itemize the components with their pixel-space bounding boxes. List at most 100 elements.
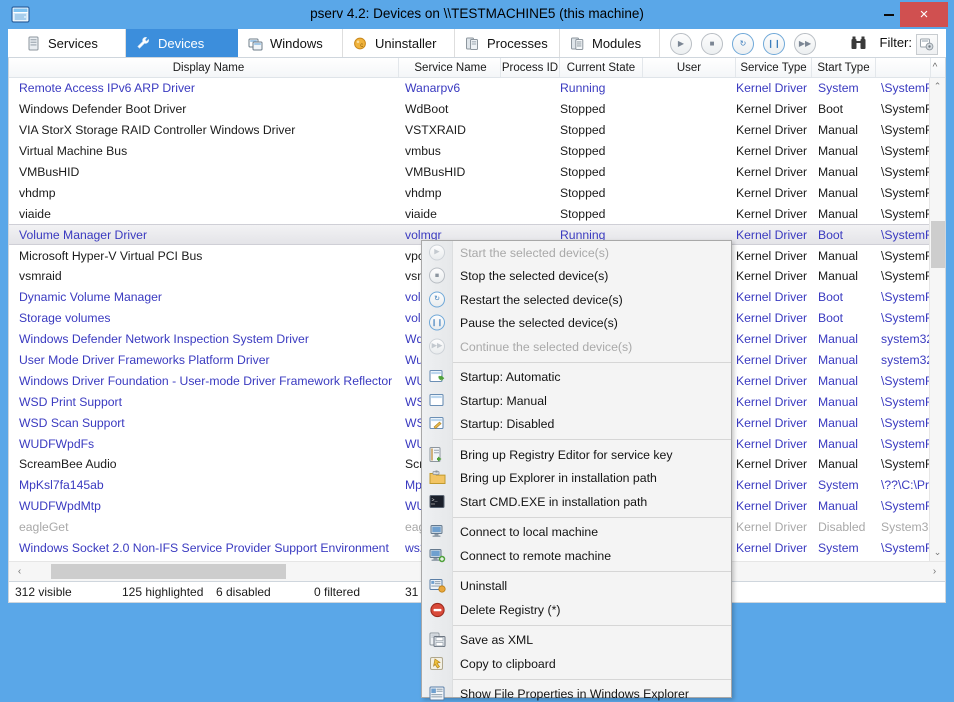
cell-service-type: Kernel Driver (736, 520, 808, 535)
menu-item-startup-manual[interactable]: Startup: Manual (422, 389, 731, 413)
column-header-display-name[interactable]: Display Name (19, 58, 399, 77)
save-xml-icon (429, 632, 446, 649)
table-row[interactable]: vhdmp vhdmp Stopped Kernel Driver Manual \Sys… (9, 182, 929, 203)
close-button[interactable]: × (900, 2, 948, 27)
cell-path: \SystemRo (881, 541, 929, 556)
menu-item-label: Bring up Explorer in installation path (460, 471, 657, 486)
table-row[interactable]: VIA StorX Storage RAID Controller Window… (9, 120, 929, 141)
stop-circle-icon: ■ (429, 267, 446, 285)
continue-circle-icon: ▶▶ (429, 338, 446, 355)
cell-current-state: Running (560, 81, 606, 96)
scroll-right-icon[interactable]: › (926, 562, 943, 581)
menu-item-restart-the-selected-device-s[interactable]: ↻ Restart the selected device(s) (422, 288, 731, 312)
folder-icon (429, 470, 446, 487)
menu-item-startup-disabled[interactable]: Startup: Disabled (422, 413, 731, 437)
menu-item-delete-registry[interactable]: Delete Registry (*) (422, 598, 731, 622)
cell-path: \SystemRo (881, 185, 929, 200)
column-header-path[interactable] (876, 58, 931, 77)
filter-gear-icon[interactable] (916, 34, 938, 55)
start-button[interactable]: ▶ (670, 33, 692, 55)
menu-item-stop-the-selected-device-s[interactable]: ■ Stop the selected device(s) (422, 265, 731, 289)
table-row[interactable]: viaide viaide Stopped Kernel Driver Manual \S… (9, 203, 929, 224)
restart-circle-icon: ↻ (429, 291, 446, 308)
menu-item-copy-to-clipboard[interactable]: Copy to clipboard (422, 652, 731, 676)
menu-item-start-cmd-exe-in-installation-path[interactable]: >_ Start CMD.EXE in installation path (422, 490, 731, 514)
cell-service-type: Kernel Driver (736, 227, 808, 242)
table-row[interactable]: Virtual Machine Bus vmbus Stopped Kernel Dr… (9, 141, 929, 162)
scroll-up-icon[interactable]: ⌃ (930, 78, 945, 95)
column-header-process-id[interactable]: Process ID (501, 58, 560, 77)
scroll-down-icon[interactable]: ⌄ (930, 544, 945, 561)
menu-item-connect-to-local-machine[interactable]: Connect to local machine (422, 521, 731, 545)
menu-separator (453, 624, 731, 626)
column-header-service-type[interactable]: Service Type (736, 58, 812, 77)
status-visible: 312 visible (15, 585, 72, 599)
vertical-scrollbar[interactable]: ⌃ ⌄ (929, 78, 945, 561)
column-header-service-name[interactable]: Service Name (401, 58, 501, 77)
column-header-user[interactable]: User (643, 58, 736, 77)
restart-button[interactable]: ↻ (732, 33, 754, 55)
cell-start-type: Manual (818, 248, 858, 263)
tab-label: Modules (592, 35, 642, 51)
cell-display-name: WUDFWpdFs (19, 436, 95, 451)
status-filtered: 0 filtered (314, 585, 361, 599)
menu-item-connect-to-remote-machine[interactable]: Connect to remote machine (422, 544, 731, 568)
tab-services[interactable]: Services (16, 29, 126, 57)
svg-text:>_: >_ (432, 497, 439, 503)
cell-process-id (501, 182, 556, 203)
startup-auto-icon (429, 369, 446, 386)
cell-display-name: WSD Scan Support (19, 415, 125, 430)
menu-item-continue-the-selected-device-s: ▶▶ Continue the selected device(s) (422, 335, 731, 359)
menu-item-label: Start CMD.EXE in installation path (460, 494, 648, 509)
cell-path: \SystemRo (881, 123, 929, 138)
cell-path: \SystemRo (881, 394, 929, 409)
cell-start-type: Manual (818, 415, 858, 430)
tab-uninstaller[interactable]: c Uninstaller (343, 29, 455, 57)
local-machine-icon (429, 524, 446, 541)
cell-start-type: Boot (818, 102, 844, 117)
cell-display-name: vhdmp (19, 185, 56, 200)
tab-label: Devices (158, 35, 205, 51)
tab-label: Windows (270, 35, 323, 51)
menu-item-bring-up-explorer-in-installation-path[interactable]: Bring up Explorer in installation path (422, 467, 731, 491)
cell-service-type: Kernel Driver (736, 102, 808, 117)
menu-item-bring-up-registry-editor-for-service-key[interactable]: Bring up Registry Editor for service key (422, 443, 731, 467)
column-header-current-state[interactable]: Current State (560, 58, 643, 77)
cell-current-state: Stopped (560, 185, 606, 200)
continue-button[interactable]: ▶▶ (794, 33, 816, 55)
cell-start-type: Boot (818, 227, 844, 242)
menu-item-label: Save as XML (460, 633, 534, 648)
tab-processes[interactable]: Processes (455, 29, 560, 57)
tab-devices[interactable]: Devices (126, 29, 238, 57)
continue-circle-icon: ▶▶ (429, 338, 445, 355)
menu-item-startup-automatic[interactable]: Startup: Automatic (422, 366, 731, 390)
table-row[interactable]: Windows Defender Boot Driver WdBoot Stoppe… (9, 99, 929, 120)
stop-button[interactable]: ■ (701, 33, 723, 55)
menu-item-show-file-properties-in-windows-explorer[interactable]: Show File Properties in Windows Explorer (422, 683, 731, 702)
menu-item-label: Connect to remote machine (460, 548, 612, 563)
column-header-start-type[interactable]: Start Type (812, 58, 876, 77)
cell-display-name: vsmraid (19, 269, 62, 284)
scroll-left-icon[interactable]: ‹ (11, 562, 28, 581)
vertical-scroll-thumb[interactable] (931, 221, 945, 268)
pause-button[interactable]: ❙❙ (763, 33, 785, 55)
cell-service-type: Kernel Driver (736, 373, 808, 388)
menu-item-uninstall[interactable]: Uninstall (422, 575, 731, 599)
tab-windows[interactable]: Windows (238, 29, 343, 57)
table-row[interactable]: Remote Access IPv6 ARP Driver Wanarpv6 Run… (9, 78, 929, 99)
stop-circle-icon: ■ (429, 267, 445, 284)
cell-process-id (501, 203, 556, 224)
cell-display-name: eagleGet (19, 520, 69, 535)
horizontal-scroll-thumb[interactable] (51, 564, 286, 579)
cell-start-type: System (818, 478, 859, 493)
cell-display-name: VIA StorX Storage RAID Controller Window… (19, 123, 296, 138)
table-row[interactable]: VMBusHID VMBusHID Stopped Kernel Driver Manu… (9, 162, 929, 183)
cell-service-type: Kernel Driver (736, 353, 808, 368)
cell-service-type: Kernel Driver (736, 394, 808, 409)
uninstaller-icon: c (353, 36, 368, 51)
tab-modules[interactable]: Modules (560, 29, 660, 57)
menu-item-pause-the-selected-device-s[interactable]: ❙❙ Pause the selected device(s) (422, 312, 731, 336)
cell-path: system32\d (881, 353, 929, 368)
tab-label: Uninstaller (375, 35, 437, 51)
menu-item-save-as-xml[interactable]: Save as XML (422, 629, 731, 653)
